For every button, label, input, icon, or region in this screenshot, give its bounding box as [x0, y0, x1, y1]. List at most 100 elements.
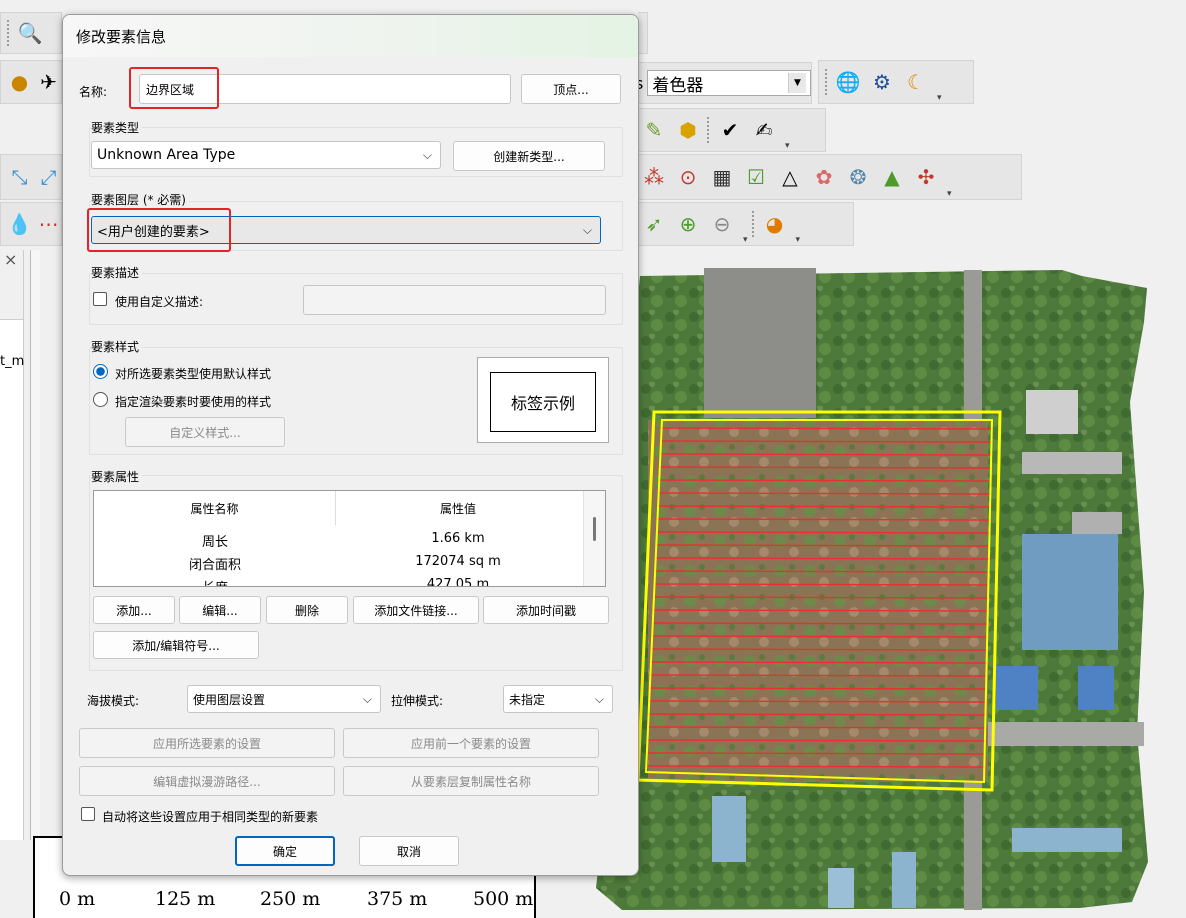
palette-icon[interactable]: ✿: [809, 162, 839, 192]
dialog-title: 修改要素信息: [76, 27, 167, 46]
zoom-points-icon[interactable]: ⊙: [673, 162, 703, 192]
globe-icon[interactable]: 🌐: [833, 67, 863, 97]
toolbar-overflow-icon[interactable]: ▾: [937, 93, 942, 103]
close-icon[interactable]: ×: [4, 250, 17, 269]
network-icon[interactable]: ✣: [911, 162, 941, 192]
dots-circle-icon[interactable]: ❂: [843, 162, 873, 192]
toolbar-overflow-icon[interactable]: ▾: [785, 141, 790, 151]
zoom-in-icon[interactable]: 🔍: [15, 18, 45, 48]
hatch-line: [653, 622, 988, 625]
hatch-line: [655, 570, 989, 573]
toolbar-overflow-icon[interactable]: ▾: [796, 235, 801, 245]
toolbar-grip[interactable]: [825, 69, 829, 95]
toolbar-top-left: 🔍: [0, 12, 62, 54]
style-default-radio[interactable]: [93, 364, 108, 379]
gear-icon[interactable]: ⚙: [867, 67, 897, 97]
edit-attr-button[interactable]: 编辑...: [179, 596, 261, 624]
vertices-button[interactable]: 顶点...: [521, 74, 621, 104]
shapes-icon[interactable]: ⬢: [673, 115, 703, 145]
attr-name-header[interactable]: 属性名称: [94, 491, 336, 525]
hatch-line: [651, 648, 987, 651]
chevron-down-icon: ⌵: [422, 147, 432, 162]
dotted-line-icon[interactable]: ⋯: [36, 209, 61, 239]
chevron-down-icon: ⌵: [594, 691, 604, 706]
terrain-icon[interactable]: ▲: [877, 162, 907, 192]
toolbar-overflow-icon[interactable]: ▾: [947, 189, 952, 199]
add-file-link-button[interactable]: 添加文件链接...: [353, 596, 479, 624]
name-label: 名称:: [79, 85, 108, 99]
grid-icon[interactable]: ▦: [707, 162, 737, 192]
building-blue-roof: [1012, 828, 1122, 852]
apply-selected-button[interactable]: 应用所选要素的设置: [79, 728, 335, 758]
no-measure-icon[interactable]: ✈: [36, 67, 61, 97]
custom-desc-label: 使用自定义描述:: [115, 295, 204, 309]
toolbar-grip[interactable]: [751, 211, 756, 237]
map-view-frame: [30, 250, 40, 840]
toolbar-grip[interactable]: [707, 117, 711, 143]
add-attr-button[interactable]: 添加...: [93, 596, 175, 624]
water-drop-icon[interactable]: 💧: [7, 209, 32, 239]
add-timestamp-button[interactable]: 添加时间戳: [483, 596, 609, 624]
toolbar-grip[interactable]: [7, 20, 11, 46]
runner-icon[interactable]: ➶: [639, 209, 669, 239]
globe-layer-icon[interactable]: ●: [7, 67, 32, 97]
auto-apply-checkbox[interactable]: [81, 807, 95, 821]
edit-flythrough-button[interactable]: 编辑虚拟漫游路径...: [79, 766, 335, 796]
custom-desc-input[interactable]: [303, 285, 606, 315]
delete-attr-button[interactable]: 删除: [266, 596, 348, 624]
attr-value-header-text: 属性值: [439, 501, 476, 516]
remove-layer-icon[interactable]: ⊖: [707, 209, 737, 239]
renderer-value: 着色器: [652, 75, 704, 96]
triangle-icon[interactable]: △: [775, 162, 805, 192]
hatch-line: [649, 713, 986, 716]
copy-attr-names-button[interactable]: 从要素层复制属性名称: [343, 766, 599, 796]
building-blue-roof: [1078, 666, 1114, 710]
apply-previous-button[interactable]: 应用前一个要素的设置: [343, 728, 599, 758]
ok-button[interactable]: 确定: [235, 836, 335, 866]
modify-feature-dialog: 修改要素信息 名称: 边界区域 顶点... 要素类型 Unknown Area …: [62, 14, 639, 876]
edit-box-icon[interactable]: ☑: [741, 162, 771, 192]
toolbar-globe: 🌐 ⚙ ☾ ▾: [818, 60, 974, 104]
path-tool-icon[interactable]: ⤡: [7, 162, 32, 192]
renderer-select[interactable]: 着色器 ▼: [647, 70, 811, 96]
moon-icon[interactable]: ☾: [901, 67, 931, 97]
scale-label: 125 m: [155, 888, 216, 910]
toolbar-hydro-right: ➶ ⊕ ⊖ ▾ ◕ ▾: [632, 202, 854, 246]
table-scrollbar[interactable]: [583, 491, 605, 586]
feature-type-select[interactable]: Unknown Area Type ⌵: [91, 141, 441, 169]
style-custom-radio[interactable]: [93, 392, 108, 407]
extrude-mode-select[interactable]: 未指定 ⌵: [503, 685, 613, 713]
building-gray: [1022, 452, 1122, 474]
hatch-line: [652, 635, 988, 638]
attr-name-cell: 长度: [94, 577, 336, 586]
route-tool-icon[interactable]: ⤢: [36, 162, 61, 192]
building-gray: [1026, 390, 1078, 434]
point-search-icon[interactable]: ⁂: [639, 162, 669, 192]
map-imagery[interactable]: [592, 262, 1172, 912]
add-layer-icon[interactable]: ⊕: [673, 209, 703, 239]
toolbar-edit: ✎ ⬢ ✔ ✍ ▾: [632, 108, 826, 152]
custom-style-button[interactable]: 自定义样式...: [125, 417, 285, 447]
custom-desc-checkbox[interactable]: [93, 292, 107, 306]
edit-pen-icon[interactable]: ✍: [749, 115, 779, 145]
panel-item-text[interactable]: t_m: [0, 354, 24, 369]
pie-icon[interactable]: ◕: [760, 209, 790, 239]
add-edit-symbol-button[interactable]: 添加/编辑符号...: [93, 631, 259, 659]
attr-value-cell: 172074 sq m: [415, 554, 501, 569]
layer-highlight: [87, 208, 231, 252]
style-default-label: 对所选要素类型使用默认样式: [115, 367, 272, 381]
scale-label: 375 m: [367, 888, 428, 910]
scrollbar-thumb[interactable]: [593, 517, 596, 541]
attr-value-header[interactable]: 属性值: [336, 491, 580, 525]
toolbar-overflow-icon[interactable]: ▾: [743, 235, 748, 245]
create-type-button[interactable]: 创建新类型...: [453, 141, 605, 171]
style-custom-label: 指定渲染要素时要使用的样式: [115, 395, 272, 409]
attr-name-cell: 闭合面积: [188, 558, 241, 573]
cancel-button[interactable]: 取消: [359, 836, 459, 866]
altitude-mode-select[interactable]: 使用图层设置 ⌵: [187, 685, 381, 713]
check-pen-icon[interactable]: ✔: [715, 115, 745, 145]
altitude-mode-value: 使用图层设置: [193, 692, 266, 707]
attributes-table[interactable]: 属性名称 属性值 周长 1.66 km 闭合面积 172074 sq m 长度 …: [93, 490, 606, 587]
edit-area-icon[interactable]: ✎: [639, 115, 669, 145]
dialog-titlebar[interactable]: 修改要素信息: [63, 15, 638, 57]
